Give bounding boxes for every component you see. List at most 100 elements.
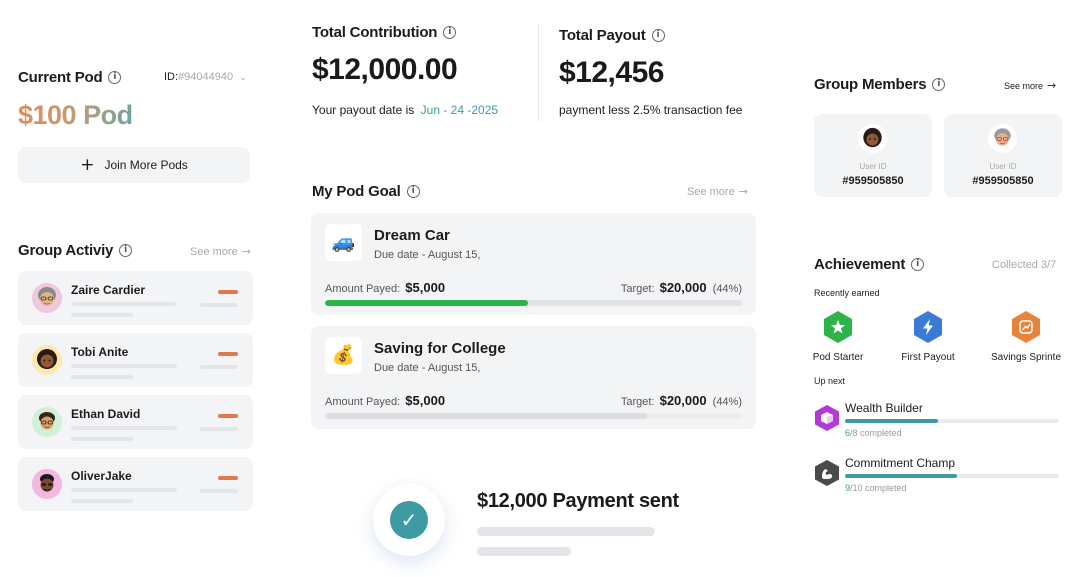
payout-date: Your payout date is Jun - 24 -2025 — [312, 103, 499, 117]
goal-progress-fill — [325, 300, 529, 306]
upcoming-progress-fill — [845, 419, 939, 423]
pod-goal-title: My Pod Goal i — [312, 183, 420, 201]
total-contribution-value: $12,000.00 — [312, 53, 458, 86]
avatar — [32, 345, 62, 375]
total-contribution-label: Total Contribution i — [312, 24, 457, 42]
avatar — [32, 283, 62, 313]
member-card[interactable]: User ID #959505850 — [814, 114, 932, 197]
badge-first-payout[interactable] — [911, 310, 945, 344]
goal-card-dream-car[interactable]: 🚙 Dream Car Due date - August 15, Amount… — [311, 213, 756, 315]
total-payout-value: $12,456 — [559, 56, 664, 89]
placeholder-line — [71, 302, 177, 306]
payment-title: $12,000 Payment sent — [477, 490, 679, 512]
placeholder-line — [477, 547, 571, 556]
avatar — [858, 124, 887, 153]
badge-label: Pod Starter — [812, 352, 864, 363]
placeholder-line — [200, 427, 238, 431]
goal-title: Dream Car — [374, 227, 450, 244]
placeholder-line — [71, 313, 133, 317]
goal-progress-bar — [325, 413, 742, 419]
upcoming-progress-fill — [845, 474, 957, 478]
upcoming-status: 9/10 completed — [845, 483, 907, 493]
cube-icon — [814, 404, 840, 432]
payout-note: payment less 2.5% transaction fee — [559, 103, 743, 117]
group-members-title: Group Members i — [814, 76, 946, 94]
payment-check-badge: ✓ — [373, 484, 445, 556]
goal-title: Saving for College — [374, 340, 506, 357]
avatar — [32, 469, 62, 499]
badge-pod-starter[interactable] — [821, 310, 855, 344]
placeholder-line — [200, 365, 238, 369]
goal-progress-bar — [325, 300, 742, 306]
check-icon: ✓ — [390, 501, 428, 539]
achievement-collected: Collected 3/7 — [992, 259, 1057, 271]
chevron-down-icon: ⌄ — [239, 73, 247, 83]
placeholder-line — [71, 499, 133, 503]
placeholder-line — [71, 364, 177, 368]
status-indicator — [218, 476, 238, 480]
money-bag-icon: 💰 — [325, 337, 362, 374]
status-indicator — [218, 290, 238, 294]
member-name: OliverJake — [71, 469, 132, 483]
goal-progress-fill — [325, 413, 647, 419]
badge-savings-sprinte[interactable] — [1009, 310, 1043, 344]
goal-see-more-link[interactable]: See more → — [687, 185, 748, 198]
avatar — [988, 124, 1017, 153]
stats-divider — [538, 24, 539, 122]
member-label: User ID — [989, 162, 1017, 171]
arrow-right-icon: → — [738, 185, 748, 198]
goal-amount: Amount Payed: $5,000 — [325, 280, 446, 295]
join-more-pods-button[interactable]: + Join More Pods — [18, 147, 250, 183]
status-indicator — [218, 352, 238, 356]
group-activity-title: Group Activiy i — [18, 242, 133, 260]
placeholder-line — [200, 489, 238, 493]
goal-due-date: Due date - August 15, — [374, 362, 481, 374]
placeholder-line — [71, 375, 133, 379]
info-icon[interactable]: i — [119, 244, 133, 258]
info-icon[interactable]: i — [911, 258, 925, 272]
goal-target: Target: $20,000 (44%) — [620, 393, 742, 408]
goal-amount: Amount Payed: $5,000 — [325, 393, 446, 408]
activity-row[interactable]: Ethan David — [18, 395, 253, 449]
info-icon[interactable]: i — [406, 185, 420, 199]
upcoming-title: Wealth Builder — [845, 401, 923, 415]
status-indicator — [218, 414, 238, 418]
activity-row[interactable]: Tobi Anite — [18, 333, 253, 387]
member-id: #959505850 — [842, 175, 904, 187]
upcoming-progress-bar — [845, 474, 1059, 478]
upcoming-status: 6/8 completed — [845, 428, 902, 438]
info-icon[interactable]: i — [651, 29, 665, 43]
arrow-right-icon: → — [1047, 79, 1057, 92]
total-payout-label: Total Payout i — [559, 27, 665, 45]
member-name: Tobi Anite — [71, 345, 129, 359]
pod-name: $100 Pod — [18, 100, 133, 130]
goal-target: Target: $20,000 (44%) — [620, 280, 742, 295]
activity-row[interactable]: Zaire Cardier — [18, 271, 253, 325]
info-icon[interactable]: i — [443, 26, 457, 40]
members-see-more-link[interactable]: See more → — [1004, 79, 1056, 92]
car-icon: 🚙 — [325, 224, 362, 261]
member-name: Zaire Cardier — [71, 283, 146, 297]
avatar — [32, 407, 62, 437]
muscle-icon — [814, 459, 840, 487]
arrow-right-icon: → — [241, 245, 251, 258]
goal-due-date: Due date - August 15, — [374, 249, 481, 261]
activity-row[interactable]: OliverJake — [18, 457, 253, 511]
badge-label: Savings Sprinte — [990, 352, 1062, 363]
member-id: #959505850 — [972, 175, 1034, 187]
member-label: User ID — [859, 162, 887, 171]
placeholder-line — [200, 303, 238, 307]
goal-card-saving-for-college[interactable]: 💰 Saving for College Due date - August 1… — [311, 326, 756, 429]
recently-earned-label: Recently earned — [814, 288, 880, 298]
placeholder-line — [477, 527, 655, 536]
member-card[interactable]: User ID #959505850 — [944, 114, 1062, 197]
placeholder-line — [71, 437, 133, 441]
current-pod-title: Current Pod i — [18, 69, 122, 87]
info-icon[interactable]: i — [108, 71, 122, 85]
plus-icon: + — [80, 154, 95, 175]
activity-see-more-link[interactable]: See more → — [190, 245, 251, 258]
achievement-title: Achievement i — [814, 256, 925, 274]
up-next-label: Up next — [814, 376, 846, 386]
pod-id[interactable]: ID:#94044940 ⌄ — [164, 71, 247, 83]
info-icon[interactable]: i — [932, 78, 946, 92]
